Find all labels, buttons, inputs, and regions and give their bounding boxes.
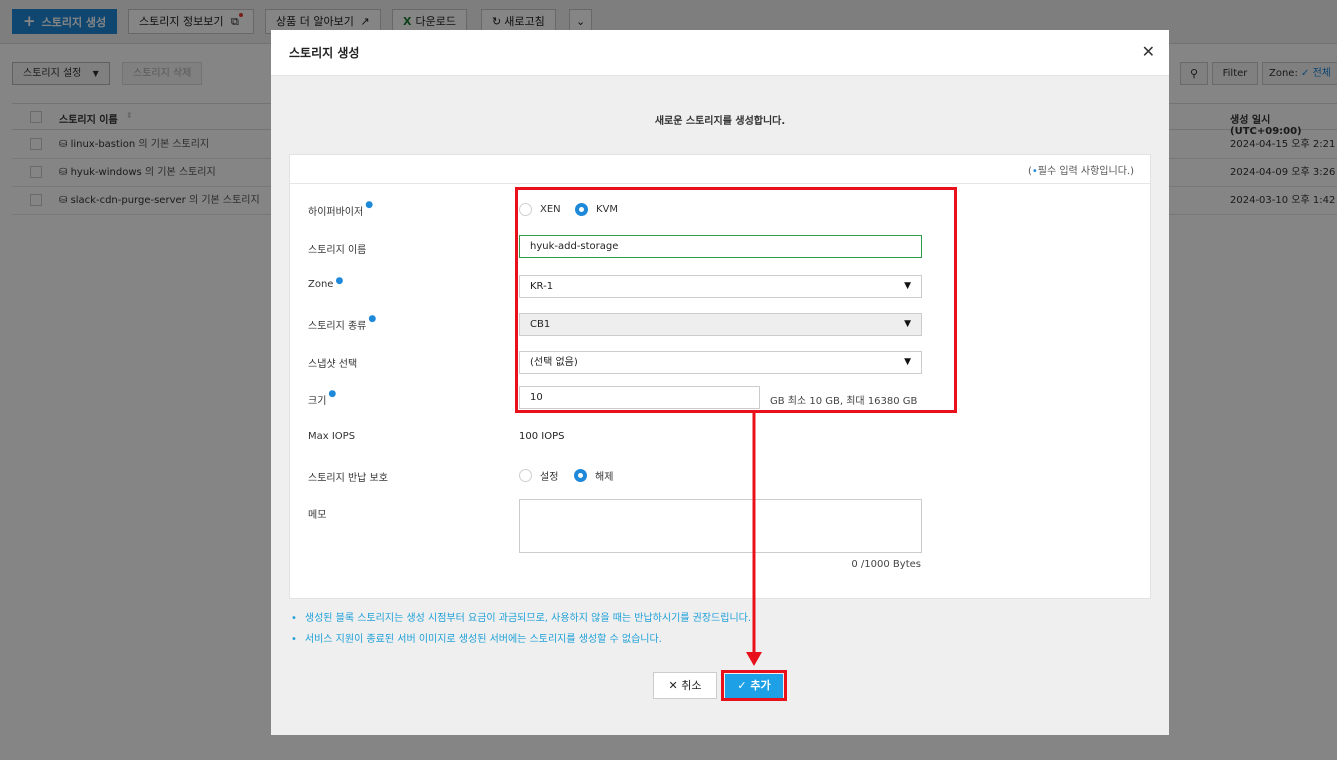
zone-label: Zone ●: [308, 276, 344, 290]
modal-header: 스토리지 생성 ✕: [271, 30, 1169, 76]
size-label: 크기●: [308, 389, 337, 407]
bullet-icon: •: [291, 613, 297, 624]
return-protection-label: 스토리지 반납 보호: [308, 473, 388, 484]
max-iops-label: Max IOPS: [308, 431, 356, 442]
modal-title: 스토리지 생성: [289, 46, 360, 60]
memo-textarea[interactable]: [519, 499, 922, 553]
create-storage-modal: 스토리지 생성 ✕ 새로운 스토리지를 생성합니다. (•필수 입력 사항입니다…: [271, 30, 1169, 735]
memo-byte-counter: 0 /1000 Bytes: [851, 559, 921, 570]
bullet-icon: •: [291, 634, 297, 645]
required-dot-icon: ●: [365, 200, 374, 210]
divider: [290, 183, 1150, 184]
storage-name-label: 스토리지 이름: [308, 245, 367, 256]
form-highlight-box: [515, 187, 957, 413]
storage-type-label: 스토리지 종류●: [308, 314, 377, 332]
close-icon[interactable]: ✕: [1142, 42, 1155, 62]
required-dot-icon: ●: [368, 314, 377, 324]
close-icon: ✕: [668, 679, 682, 692]
hypervisor-label: 하이퍼바이저●: [308, 200, 374, 218]
snapshot-label: 스냅샷 선택: [308, 359, 358, 370]
billing-note: • 생성된 블록 스토리지는 생성 시점부터 요금이 과금되므로, 사용하지 않을…: [291, 613, 752, 624]
required-note: (•필수 입력 사항입니다.): [1027, 166, 1134, 177]
cancel-button[interactable]: ✕ 취소: [653, 672, 717, 699]
protection-on-radio[interactable]: 설정: [519, 468, 558, 483]
radio-off-icon: [519, 469, 532, 482]
image-support-note: • 서비스 지원이 종료된 서버 이미지로 생성된 서버에는 스토리지를 생성할 …: [291, 634, 662, 645]
memo-label: 메모: [308, 510, 327, 521]
add-button-highlight: [721, 670, 787, 701]
required-dot-icon: ●: [328, 389, 337, 399]
protection-off-radio[interactable]: 해제: [574, 468, 613, 483]
radio-on-icon: [574, 469, 587, 482]
required-dot-icon: ●: [335, 276, 344, 286]
modal-description: 새로운 스토리지를 생성합니다.: [654, 116, 786, 127]
max-iops-value: 100 IOPS: [519, 431, 565, 442]
